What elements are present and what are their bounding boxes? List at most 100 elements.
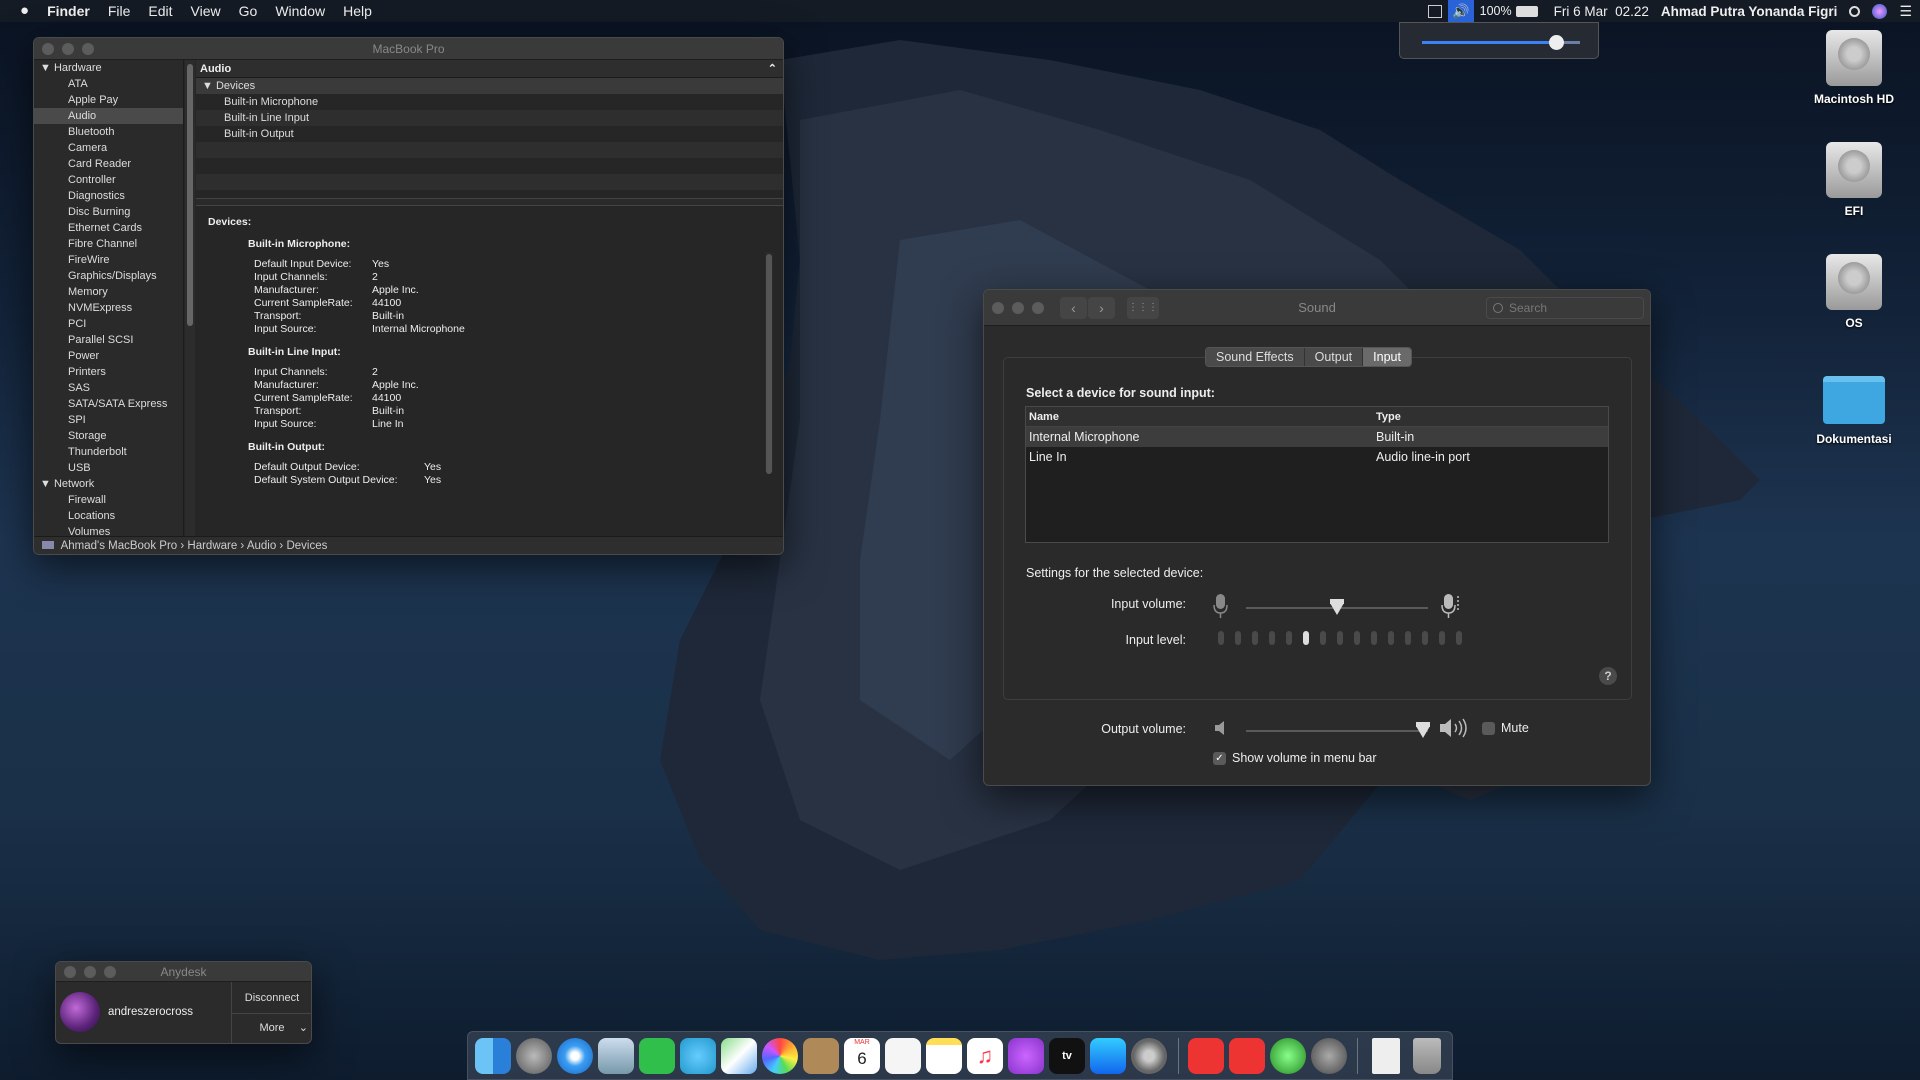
- tree-row[interactable]: Built-in Line Input: [196, 110, 783, 126]
- desktop-icon-macintosh-hd[interactable]: Macintosh HD: [1794, 30, 1914, 106]
- safari-icon[interactable]: [557, 1038, 593, 1074]
- sidebar-item[interactable]: SPI: [34, 412, 183, 428]
- volume-menu-icon[interactable]: 🔊: [1448, 0, 1474, 22]
- show-volume-checkbox[interactable]: ✓: [1213, 752, 1226, 765]
- sidebar-item[interactable]: PCI: [34, 316, 183, 332]
- volume-popup-knob[interactable]: [1549, 35, 1565, 50]
- preview-icon[interactable]: [598, 1038, 634, 1074]
- sidebar-group[interactable]: ▼ Hardware: [34, 60, 183, 76]
- table-row[interactable]: Internal Microphone Built-in: [1026, 427, 1608, 447]
- desktop-icon-dokumentasi[interactable]: Dokumentasi: [1794, 376, 1914, 446]
- back-button[interactable]: ‹: [1060, 297, 1087, 319]
- contacts-icon[interactable]: [803, 1038, 839, 1074]
- window-titlebar[interactable]: ‹ › ⋮⋮⋮ Sound Search: [984, 290, 1650, 326]
- battery-percent[interactable]: 100%: [1480, 4, 1512, 18]
- spotlight-search-icon[interactable]: [1849, 5, 1861, 17]
- sidebar-item[interactable]: Graphics/Displays: [34, 268, 183, 284]
- apple-menu-icon[interactable]: ●: [0, 0, 38, 22]
- sidebar-item[interactable]: Storage: [34, 428, 183, 444]
- desktop-icon-efi[interactable]: EFI: [1794, 142, 1914, 218]
- sidebar-item[interactable]: Printers: [34, 364, 183, 380]
- sidebar-item[interactable]: Ethernet Cards: [34, 220, 183, 236]
- scrollbar-thumb[interactable]: [187, 64, 193, 326]
- launchpad-icon[interactable]: [516, 1038, 552, 1074]
- detail-scrollbar[interactable]: [765, 252, 773, 474]
- tab-input[interactable]: Input: [1363, 348, 1411, 366]
- minimize-button[interactable]: [1012, 302, 1024, 314]
- sidebar-item[interactable]: Disc Burning: [34, 204, 183, 220]
- globe-app-icon[interactable]: [1270, 1038, 1306, 1074]
- disclosure-triangle-icon[interactable]: ▼: [40, 62, 54, 74]
- help-button[interactable]: ?: [1599, 667, 1617, 685]
- sidebar-item[interactable]: SATA/SATA Express: [34, 396, 183, 412]
- forward-button[interactable]: ›: [1088, 297, 1115, 319]
- tree-group-devices[interactable]: ▼ Devices: [196, 78, 783, 94]
- close-button[interactable]: [42, 43, 54, 55]
- search-input[interactable]: Search: [1486, 297, 1644, 319]
- sidebar-item[interactable]: Thunderbolt: [34, 444, 183, 460]
- input-volume-knob[interactable]: [1330, 599, 1344, 615]
- disconnect-button[interactable]: Disconnect: [232, 986, 311, 1010]
- podcasts-icon[interactable]: [1008, 1038, 1044, 1074]
- finder-icon[interactable]: [475, 1038, 511, 1074]
- output-volume-slider[interactable]: [1246, 730, 1428, 732]
- apple-tv-icon[interactable]: tv: [1049, 1038, 1085, 1074]
- sidebar-item[interactable]: NVMExpress: [34, 300, 183, 316]
- tab-sound-effects[interactable]: Sound Effects: [1206, 348, 1305, 366]
- menu-window[interactable]: Window: [266, 0, 334, 22]
- sidebar-item[interactable]: ATA: [34, 76, 183, 92]
- sort-chevron-icon[interactable]: ⌃: [768, 60, 777, 78]
- close-button[interactable]: [992, 302, 1004, 314]
- disclosure-triangle-icon[interactable]: ▼: [40, 478, 54, 490]
- sidebar-item[interactable]: SAS: [34, 380, 183, 396]
- music-icon[interactable]: ♫: [967, 1038, 1003, 1074]
- sidebar-item[interactable]: Controller: [34, 172, 183, 188]
- notification-center-icon[interactable]: ☰: [1899, 3, 1912, 20]
- utility-app-icon[interactable]: [1311, 1038, 1347, 1074]
- sidebar-item[interactable]: USB: [34, 460, 183, 476]
- disclosure-triangle-icon[interactable]: ▼: [202, 80, 213, 92]
- sidebar-item[interactable]: Card Reader: [34, 156, 183, 172]
- sidebar-item[interactable]: Fibre Channel: [34, 236, 183, 252]
- menu-user[interactable]: Ahmad Putra Yonanda Figri: [1661, 4, 1838, 19]
- sidebar-item[interactable]: Diagnostics: [34, 188, 183, 204]
- output-volume-knob[interactable]: [1415, 722, 1430, 738]
- tree-row[interactable]: Built-in Output: [196, 126, 783, 142]
- menu-view[interactable]: View: [182, 0, 230, 22]
- column-type-header[interactable]: Type: [1374, 407, 1401, 426]
- messages-icon[interactable]: [680, 1038, 716, 1074]
- siri-icon[interactable]: [1872, 3, 1888, 19]
- more-button[interactable]: More ⌄: [232, 1016, 311, 1040]
- sidebar-group[interactable]: ▼ Network: [34, 476, 183, 492]
- path-bar-text[interactable]: Ahmad's MacBook Pro › Hardware › Audio ›…: [61, 540, 328, 552]
- document-stack-icon[interactable]: [1372, 1038, 1400, 1074]
- zoom-button[interactable]: [1032, 302, 1044, 314]
- sidebar-item[interactable]: FireWire: [34, 252, 183, 268]
- photos-icon[interactable]: [762, 1038, 798, 1074]
- sidebar-scrollbar[interactable]: [185, 60, 195, 538]
- column-header[interactable]: Audio ⌃: [196, 60, 783, 78]
- sidebar-item[interactable]: Bluetooth: [34, 124, 183, 140]
- pane-splitter[interactable]: [196, 198, 783, 206]
- window-titlebar[interactable]: MacBook Pro: [34, 38, 783, 60]
- anydesk-alt-icon[interactable]: [1229, 1038, 1265, 1074]
- close-button[interactable]: [64, 966, 76, 978]
- sidebar-item[interactable]: Firewall: [34, 492, 183, 508]
- menu-app-name[interactable]: Finder: [38, 0, 99, 22]
- tab-output[interactable]: Output: [1304, 348, 1364, 366]
- app-store-icon[interactable]: [1090, 1038, 1126, 1074]
- scrollbar-thumb[interactable]: [766, 254, 772, 474]
- trash-icon[interactable]: [1413, 1038, 1441, 1074]
- mute-checkbox[interactable]: [1482, 722, 1495, 735]
- menu-file[interactable]: File: [99, 0, 140, 22]
- sidebar-item[interactable]: Parallel SCSI: [34, 332, 183, 348]
- menu-help[interactable]: Help: [334, 0, 381, 22]
- calendar-icon[interactable]: MAR 6: [844, 1038, 880, 1074]
- menu-edit[interactable]: Edit: [139, 0, 181, 22]
- desktop-icon-os[interactable]: OS: [1794, 254, 1914, 330]
- facetime-icon[interactable]: [639, 1038, 675, 1074]
- anydesk-icon[interactable]: [1188, 1038, 1224, 1074]
- column-name-header[interactable]: Name: [1026, 407, 1374, 426]
- sidebar-item[interactable]: Locations: [34, 508, 183, 524]
- reminders-icon[interactable]: [885, 1038, 921, 1074]
